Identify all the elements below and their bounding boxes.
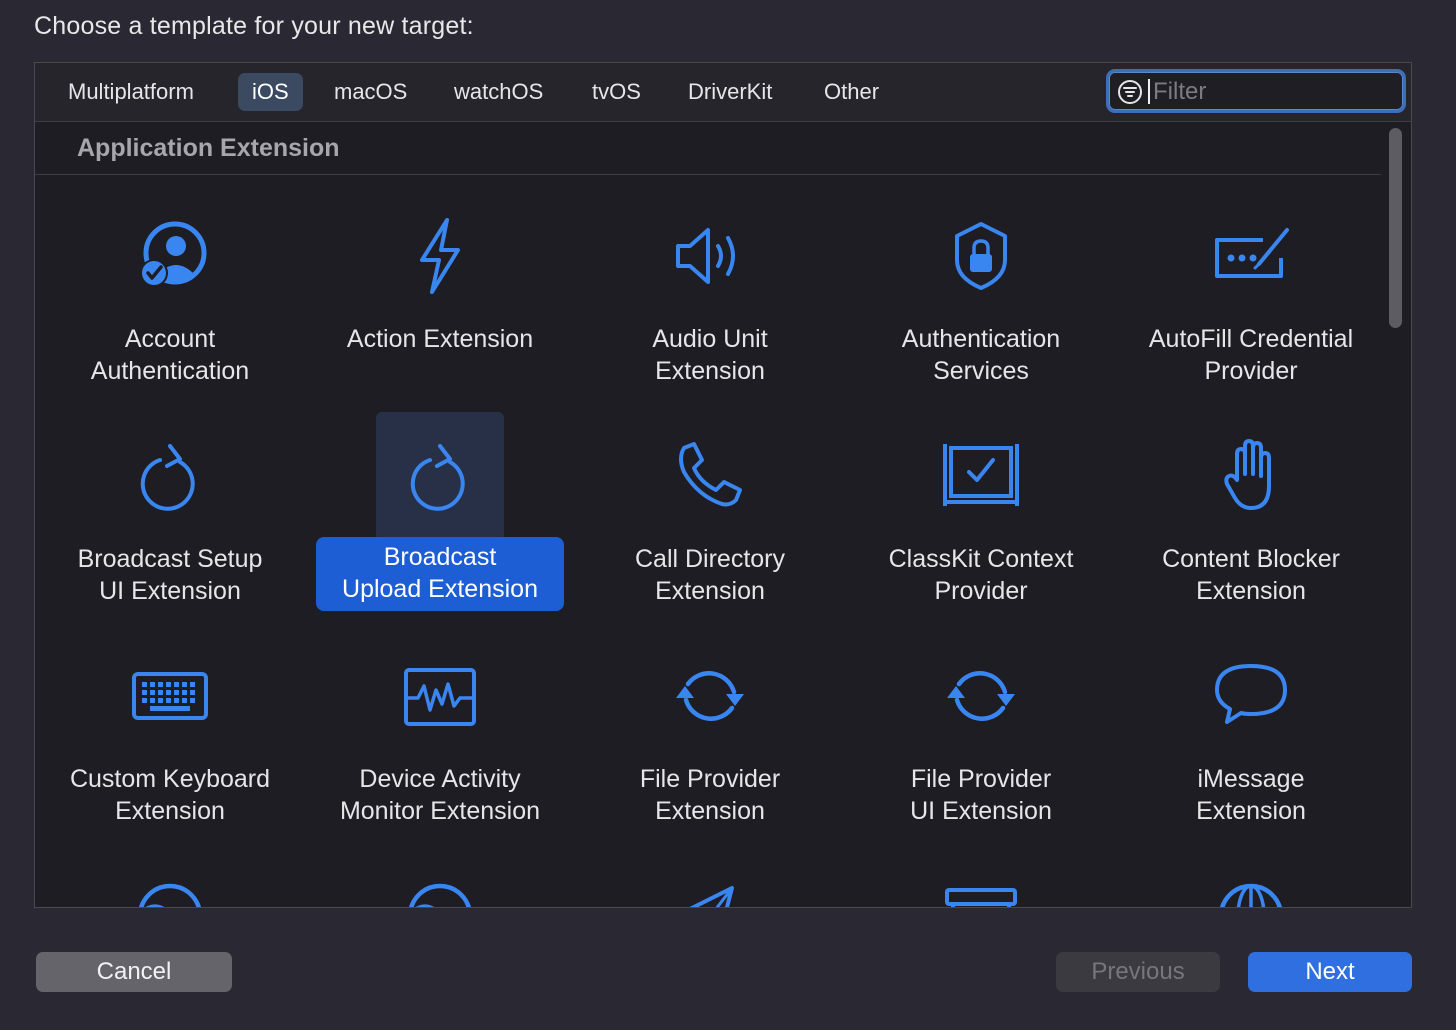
template-custom-keyboard-extension[interactable]: Custom Keyboard Extension [35, 615, 305, 835]
section-title: Application Extension [77, 134, 340, 162]
keyboard-icon [132, 672, 208, 720]
template-label: Device Activity Monitor Extension [339, 765, 541, 825]
template-label: Broadcast Upload Extension [316, 537, 564, 611]
hand-raised-icon [1224, 439, 1271, 510]
template-label: Action Extension [346, 325, 534, 353]
tab-ios[interactable]: iOS [238, 73, 303, 111]
template-authentication-services[interactable]: Authentication Services [846, 175, 1116, 395]
template-classkit-context-provider[interactable]: ClassKit Context Provider [846, 395, 1116, 615]
template-panel: Multiplatform iOS macOS watchOS tvOS Dri… [34, 62, 1412, 908]
scrollbar-thumb[interactable] [1389, 128, 1402, 328]
template-label: ClassKit Context Provider [888, 545, 1074, 605]
template-device-activity-monitor-extension[interactable]: Device Activity Monitor Extension [305, 615, 575, 835]
waveform-monitor-icon [404, 668, 476, 726]
template-autofill-credential-provider[interactable]: AutoFill Credential Provider [1116, 175, 1381, 395]
template-account-authentication[interactable]: Account Authentication [35, 175, 305, 395]
template-audio-unit-extension[interactable]: Audio Unit Extension [575, 175, 845, 395]
template-label: File Provider Extension [639, 765, 781, 825]
template-label: Content Blocker Extension [1162, 545, 1340, 605]
lightning-bolt-icon [420, 218, 460, 294]
template-action-extension[interactable]: Action Extension [305, 175, 575, 395]
tab-other[interactable]: Other [810, 73, 893, 111]
section-header: Application Extension [35, 122, 1381, 175]
paper-plane-icon [689, 886, 734, 907]
tab-tvos[interactable]: tvOS [578, 73, 655, 111]
template-label: Call Directory Extension [634, 545, 786, 605]
template-partial-3[interactable] [575, 835, 845, 907]
filter-field[interactable] [1106, 69, 1406, 113]
speech-bubble-icon [1215, 664, 1287, 724]
template-label: File Provider UI Extension [910, 765, 1052, 825]
sync-arrows-icon [676, 671, 744, 721]
account-authentication-icon [140, 221, 207, 287]
template-partial-2[interactable] [305, 835, 575, 907]
template-label: Audio Unit Extension [652, 325, 768, 385]
globe-icon [1220, 883, 1282, 907]
text-caret [1148, 79, 1150, 104]
vertical-scrollbar[interactable] [1381, 122, 1411, 907]
speaker-icon [676, 228, 735, 284]
template-partial-1[interactable] [35, 835, 305, 907]
template-label: Authentication Services [901, 325, 1061, 385]
template-file-provider-ui-extension[interactable]: File Provider UI Extension [846, 615, 1116, 835]
template-broadcast-setup-ui-extension[interactable]: Broadcast Setup UI Extension [35, 395, 305, 615]
template-file-provider-extension[interactable]: File Provider Extension [575, 615, 845, 835]
password-field-pen-icon [1215, 228, 1289, 278]
template-call-directory-extension[interactable]: Call Directory Extension [575, 395, 845, 615]
template-broadcast-upload-extension[interactable]: Broadcast Upload Extension [305, 395, 575, 615]
tab-macos[interactable]: macOS [320, 73, 421, 111]
template-content-blocker-extension[interactable]: Content Blocker Extension [1116, 395, 1381, 615]
tray-box-icon [945, 888, 1017, 907]
template-prompt: Choose a template for your new target: [34, 12, 474, 40]
template-partial-5[interactable] [1116, 835, 1381, 907]
platform-tab-bar: Multiplatform iOS macOS watchOS tvOS Dri… [35, 63, 1411, 122]
template-grid: Account Authentication Action Extension [35, 175, 1381, 907]
clockwise-arrow-icon [140, 444, 195, 511]
tab-watchos[interactable]: watchOS [440, 73, 557, 111]
phone-icon [679, 442, 742, 507]
next-button[interactable]: Next [1248, 952, 1412, 992]
template-label: AutoFill Credential Provider [1148, 325, 1354, 385]
template-partial-4[interactable] [846, 835, 1116, 907]
filter-input[interactable] [1151, 75, 1395, 109]
template-label: Account Authentication [90, 325, 250, 385]
template-imessage-extension[interactable]: iMessage Extension [1116, 615, 1381, 835]
cancel-button[interactable]: Cancel [36, 952, 232, 992]
clockwise-arrow-icon [410, 444, 465, 511]
tab-multiplatform[interactable]: Multiplatform [54, 73, 208, 111]
tab-driverkit[interactable]: DriverKit [674, 73, 786, 111]
gauge-icon [139, 883, 201, 907]
sync-arrows-icon [947, 671, 1015, 721]
template-label: Broadcast Setup UI Extension [77, 545, 263, 605]
filter-icon [1117, 79, 1143, 110]
previous-button: Previous [1056, 952, 1220, 992]
gauge-icon [409, 883, 471, 907]
checkmark-board-icon [943, 444, 1019, 506]
shield-lock-icon [955, 222, 1007, 290]
template-label: Custom Keyboard Extension [69, 765, 271, 825]
template-label: iMessage Extension [1196, 765, 1306, 825]
